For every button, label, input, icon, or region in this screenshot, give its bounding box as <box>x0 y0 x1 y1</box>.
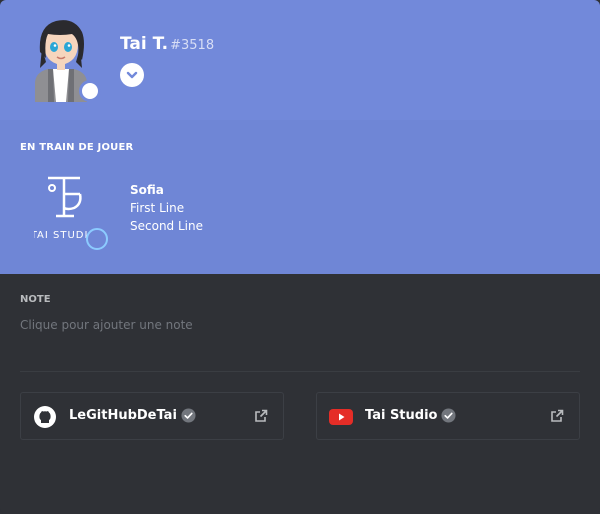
expand-button[interactable] <box>120 63 144 87</box>
connected-account-youtube[interactable]: Tai Studio <box>316 392 580 440</box>
account-name: LeGitHubDeTai <box>69 408 196 423</box>
youtube-icon <box>329 409 353 425</box>
verified-icon <box>441 408 457 423</box>
game-logo: TAI STUDIO <box>30 172 96 244</box>
game-detail-line1: First Line <box>130 201 185 215</box>
verified-icon <box>181 408 196 423</box>
profile-header: Tai T. #3518 <box>0 0 600 120</box>
github-icon <box>34 406 56 428</box>
activity-section: EN TRAIN DE JOUER TAI STUDIO Sofia First… <box>0 120 600 274</box>
discriminator: #3518 <box>170 38 215 53</box>
game-detail-line2: Second Line <box>130 219 203 233</box>
note-label: NOTE <box>20 294 51 305</box>
chevron-down-icon <box>126 71 138 79</box>
account-name-text: LeGitHubDeTai <box>69 408 177 423</box>
status-online-indicator <box>79 80 101 102</box>
user-profile-card: Tai T. #3518 EN TRAIN DE JOUER TAI STUDIO… <box>0 0 600 514</box>
rich-presence-badge <box>86 228 108 250</box>
divider <box>20 371 580 372</box>
note-input[interactable] <box>20 314 580 336</box>
connected-account-github[interactable]: LeGitHubDeTai <box>20 392 284 440</box>
game-logo-text: TAI STUDIO <box>34 230 94 241</box>
username-text: Tai T. <box>120 34 169 54</box>
profile-body: NOTE LeGitHubDeTai Tai Studio <box>0 274 600 514</box>
account-name-text: Tai Studio <box>365 408 438 423</box>
account-name: Tai Studio <box>365 408 457 423</box>
username: Tai T. #3518 <box>120 34 214 54</box>
external-link-icon[interactable] <box>253 408 269 424</box>
external-link-icon[interactable] <box>549 408 565 424</box>
game-name: Sofia <box>130 183 164 197</box>
activity-label: EN TRAIN DE JOUER <box>20 142 134 153</box>
